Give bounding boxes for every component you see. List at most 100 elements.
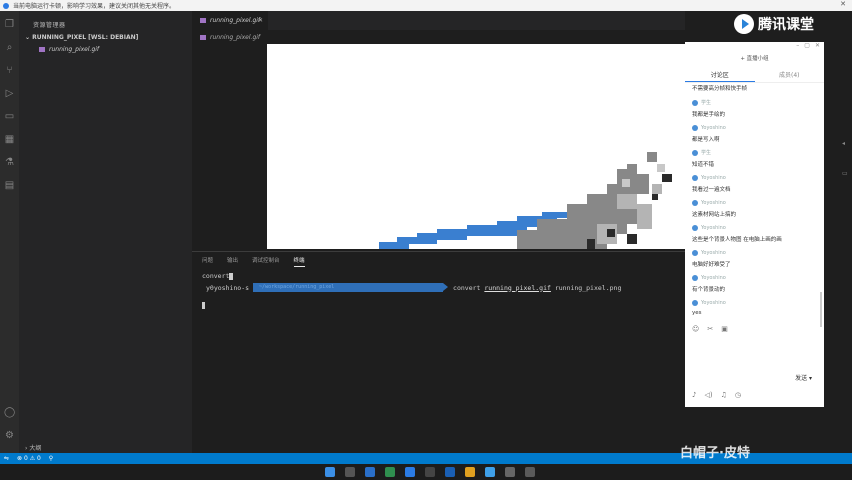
message-user: 学生	[701, 100, 712, 106]
image-icon[interactable]: ▣	[721, 325, 728, 333]
message-item: Yoyoshino 这素材网站上搞的	[692, 198, 817, 223]
explorer-folder-icon[interactable]	[465, 467, 475, 477]
workspace-folder[interactable]: ⌄ RUNNING_PIXEL [WSL: DEBIAN]	[25, 34, 138, 41]
message-text: 我都是手绘的	[692, 112, 726, 118]
prompt-path: ~/workspace/running_pixel	[259, 284, 335, 290]
scissors-icon[interactable]: ✂	[707, 325, 713, 333]
terminal-line-2: y0yoshino-s ~/workspace/running_pixel co…	[206, 283, 621, 292]
tencent-class-icon[interactable]	[485, 467, 495, 477]
image-file-icon	[200, 35, 206, 40]
chat-scrollbar[interactable]	[820, 292, 822, 327]
message-text: 我看过一遍文档	[692, 187, 731, 193]
errors-icon[interactable]: ⊗ 0 ⚠ 0	[17, 455, 41, 462]
message-user: Yoyoshino	[701, 249, 726, 256]
account-icon[interactable]: ◯	[4, 407, 15, 418]
prompt-path-segment: ~/workspace/running_pixel	[253, 283, 449, 292]
source-control-icon[interactable]: ⑂	[4, 65, 15, 76]
todo-icon[interactable]	[385, 467, 395, 477]
tab-running-pixel[interactable]: running_pixel.gif ✕	[192, 11, 268, 30]
avatar	[692, 99, 698, 106]
terminal-cursor	[229, 272, 234, 280]
tab-discussion[interactable]: 讨论区	[685, 70, 755, 82]
tab-terminal[interactable]: 终端	[293, 256, 305, 267]
settings-gear-icon[interactable]: ⚙	[4, 430, 15, 441]
play-logo-icon	[734, 14, 754, 34]
explorer-icon[interactable]: ❐	[4, 19, 15, 30]
message-text: 知道不错	[692, 162, 715, 168]
mail-icon[interactable]	[365, 467, 375, 477]
extensions-icon[interactable]: ▦	[4, 134, 15, 145]
ports-icon[interactable]: ⚲	[49, 455, 53, 462]
maximize-icon[interactable]: ▢	[804, 42, 810, 49]
network-icon[interactable]	[425, 467, 435, 477]
image-file-icon	[39, 47, 45, 52]
minimize-icon[interactable]: –	[796, 42, 799, 49]
start-icon[interactable]	[325, 467, 335, 477]
app-icon[interactable]	[525, 467, 535, 477]
info-icon	[3, 2, 9, 9]
command-arg-output: running_pixel.png	[554, 283, 622, 292]
run-debug-icon[interactable]: ▷	[4, 88, 15, 99]
message-item: Yoyoshino 都是写入啊	[692, 123, 817, 148]
side-tool-icon[interactable]: ▭	[842, 170, 850, 184]
testing-icon[interactable]: ⚗	[4, 157, 15, 168]
gif-preview-image	[267, 44, 685, 249]
chat-window-controls: – ▢ ✕	[796, 42, 820, 49]
tab-debug-console[interactable]: 调试控制台	[252, 256, 280, 267]
speaker-icon[interactable]: ◁)	[704, 391, 712, 399]
message-list: 不需要高分帧和快手帧 学生 我都是手绘的 Yoyoshino 都是写入啊 学生 知道不…	[692, 82, 817, 323]
chat-panel: – ▢ ✕ + 直播小组 讨论区 成员(4) 不需要高分帧和快手帧 学生 我都是手…	[685, 42, 824, 407]
file-label: running_pixel.gif	[49, 46, 100, 53]
command-name: convert	[453, 283, 481, 292]
outline-label: 大纲	[29, 445, 42, 452]
send-button[interactable]: 发送 ▾	[795, 373, 812, 382]
editor-area: running_pixel.gif ✕ running_pixel.gif	[192, 11, 685, 251]
message-item: Yoyoshino 电脑好好难受了	[692, 248, 817, 273]
timer-icon[interactable]: ◷	[735, 391, 741, 399]
vscode-icon[interactable]	[405, 467, 415, 477]
close-icon[interactable]: ✕	[815, 42, 820, 49]
explorer-sidebar: 资源管理器 ⌄ RUNNING_PIXEL [WSL: DEBIAN] runn…	[19, 11, 192, 453]
breadcrumb[interactable]: running_pixel.gif	[200, 34, 260, 41]
remote-explorer-icon[interactable]: ▭	[4, 111, 15, 122]
taskview-icon[interactable]	[345, 467, 355, 477]
bell-icon[interactable]: ♪	[692, 391, 696, 399]
image-file-icon	[200, 18, 206, 23]
remote-indicator-icon[interactable]: ⇋	[4, 455, 9, 462]
bottom-panel: 问题 输出 调试控制台 终端 convert y0yoshino-s ~/wor…	[192, 251, 685, 453]
docker-icon[interactable]: ▤	[4, 180, 15, 191]
notice-bar: 当前电脑运行卡顿，影响学习效果，建议关闭其他无关程序。 ✕	[0, 0, 852, 11]
avatar	[692, 199, 698, 206]
tab-problems[interactable]: 问题	[202, 256, 213, 267]
avatar	[692, 149, 698, 156]
message-user: Yoyoshino	[701, 174, 726, 181]
tab-output[interactable]: 输出	[227, 256, 238, 267]
file-item-running-pixel[interactable]: running_pixel.gif	[39, 46, 99, 53]
avatar	[692, 299, 698, 306]
message-item: 学生 我都是手绘的	[692, 98, 817, 123]
send-label: 发送	[795, 375, 808, 382]
pixel-art-image	[379, 152, 672, 249]
chat-bottom-controls: ♪ ◁) ♫ ◷	[692, 391, 741, 399]
close-icon[interactable]: ✕	[840, 0, 846, 8]
avatar	[692, 224, 698, 231]
prompt-user: y0yoshino-s	[206, 283, 250, 292]
close-tab-icon[interactable]: ✕	[258, 17, 263, 24]
avatar	[692, 274, 698, 281]
outline-section[interactable]: › 大纲	[25, 443, 41, 452]
search-icon[interactable]: ⌕	[4, 42, 15, 53]
music-icon[interactable]: ♫	[721, 391, 727, 399]
edge-icon[interactable]	[445, 467, 455, 477]
avatar	[692, 249, 698, 256]
app-icon[interactable]	[505, 467, 515, 477]
history-command: convert	[202, 272, 230, 280]
notice-text: 当前电脑运行卡顿，影响学习效果，建议关闭其他无关程序。	[13, 3, 176, 10]
message-text: yes	[692, 310, 702, 316]
emoji-icon[interactable]: ☺	[692, 325, 699, 333]
side-tool-icon[interactable]: ◂	[842, 140, 850, 154]
explorer-header: 资源管理器	[33, 22, 66, 29]
tab-members[interactable]: 成员(4)	[755, 70, 825, 82]
taskbar	[0, 464, 852, 480]
tencent-classroom-logo: 腾讯课堂	[734, 14, 814, 34]
terminal-line-1: convert	[202, 272, 234, 280]
